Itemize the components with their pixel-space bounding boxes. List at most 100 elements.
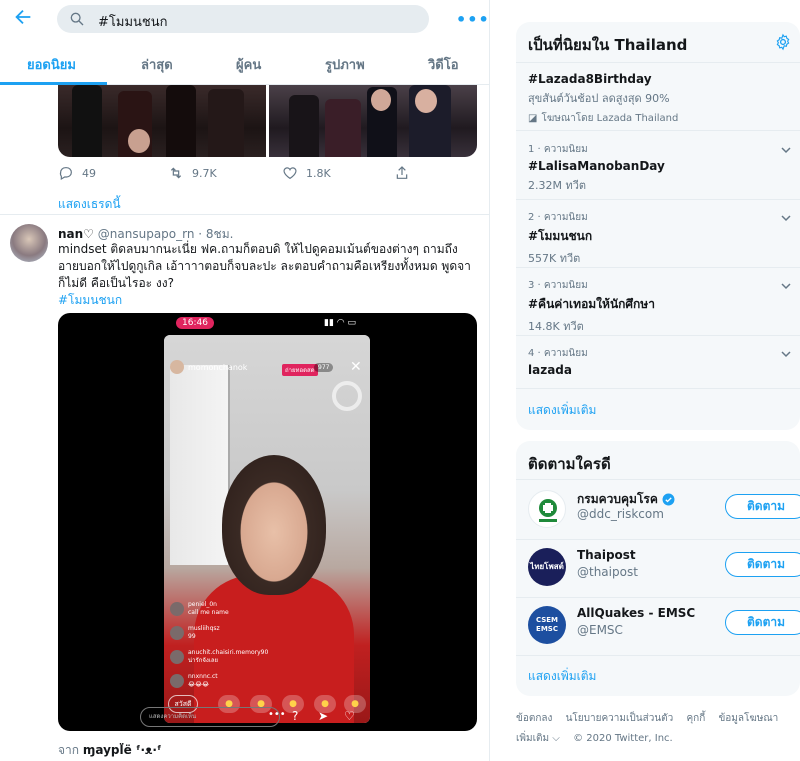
user-name: Thaipost (577, 548, 636, 562)
video-player[interactable]: momonchanok ถ่ายทอดสด 977 ✕ peniel_0n cal… (58, 313, 477, 731)
retweet-button[interactable]: 9.7K (168, 165, 217, 181)
search-input[interactable]: #โมมนชนก (57, 5, 429, 33)
previous-tweet-media[interactable] (58, 85, 477, 157)
sidebar-footer: ข้อตกลง นโยบายความเป็นส่วนตัว คุกกี้ ข้อ… (516, 709, 800, 749)
suggested-user[interactable]: กรมควบคุมโรค @ddc_riskcom ติดตาม (528, 488, 800, 536)
chevron-down-icon[interactable] (780, 280, 792, 292)
comment-avatar (170, 626, 184, 640)
trend-item[interactable]: 3 · ความนิยม #คืนค่าเทอมให้นักศึกษา 14.8… (528, 278, 788, 335)
video-comment-bar: แสดงความคิดเห็น ••• ? ➤ ♡ (140, 707, 364, 729)
trend-item[interactable]: 4 · ความนิยม lazada (528, 346, 788, 377)
source-app[interactable]: ɱaypl̈ë ᶠ·ᴥ·ᶠ (83, 743, 162, 757)
avatar[interactable] (528, 490, 566, 528)
search-tabs: ยอดนิยม ล่าสุด ผู้คน รูปภาพ วิดีโอ (0, 44, 489, 85)
sidebar: เป็นที่นิยมใน Thailand #Lazada8Birthday … (490, 0, 800, 761)
user-handle[interactable]: @nansupapo_rn (98, 227, 195, 241)
comment-text: น่ารักจังเลย (188, 657, 219, 664)
footer-link-ads-info[interactable]: ข้อมูลโฆษณา (718, 713, 778, 724)
trend-meta: 2 · ความนิยม (528, 212, 588, 223)
divider (516, 130, 800, 131)
heart-icon (283, 167, 297, 180)
ddc-logo-icon (539, 499, 557, 522)
retweet-count: 9.7K (192, 166, 217, 180)
who-to-follow-title: ติดตามใครดี (528, 455, 611, 473)
main-column: #โมมนชนก ••• ยอดนิยม ล่าสุด ผู้คน รูปภาพ… (0, 0, 490, 761)
divider (516, 655, 800, 656)
suggested-user[interactable]: CSEM EMSC AllQuakes - EMSC @EMSC ติดตาม (528, 604, 800, 652)
trend-item[interactable]: 1 · ความนิยม #LalisaManobanDay 2.32M ทวี… (528, 142, 788, 194)
tweet-source: จาก ɱaypl̈ë ᶠ·ᴥ·ᶠ (58, 741, 162, 760)
avatar[interactable]: ไทยโพสต์ (528, 548, 566, 586)
show-thread-link[interactable]: แสดงเธรดนี้ (58, 195, 121, 214)
user-handle[interactable]: @thaipost (577, 565, 638, 579)
video-window (170, 365, 230, 565)
hashtag-link[interactable]: #โมมนชนก (58, 293, 122, 307)
tab-photos[interactable]: รูปภาพ (325, 54, 365, 75)
avatar-text: CSEM EMSC (535, 616, 559, 633)
divider (516, 335, 800, 336)
more-options-icon[interactable]: ••• (456, 10, 489, 29)
chevron-down-icon[interactable] (780, 212, 792, 224)
trend-meta: 4 · ความนิยม (528, 348, 588, 359)
tab-people[interactable]: ผู้คน (236, 54, 261, 75)
avatar[interactable] (10, 224, 48, 262)
viewer-count: 977 (314, 363, 334, 372)
trends-card: เป็นที่นิยมใน Thailand #Lazada8Birthday … (516, 22, 800, 430)
trend-meta: 3 · ความนิยม (528, 280, 588, 291)
search-icon (70, 12, 84, 26)
verified-icon (662, 493, 675, 506)
chevron-down-icon[interactable] (780, 144, 792, 156)
user-handle[interactable]: @ddc_riskcom (577, 507, 664, 521)
divider (516, 199, 800, 200)
who-to-follow-card: ติดตามใครดี กรมควบคุมโรค @ddc_riskcom ติ… (516, 441, 800, 696)
live-badge: ถ่ายทอดสด (282, 364, 318, 376)
chevron-down-icon[interactable] (780, 348, 792, 360)
retweet-icon (170, 167, 182, 179)
user-handle[interactable]: @EMSC (577, 623, 623, 637)
follow-button[interactable]: ติดตาม (725, 552, 800, 577)
follow-button[interactable]: ติดตาม (725, 494, 800, 519)
gear-icon[interactable] (774, 33, 792, 51)
reply-icon (59, 167, 72, 181)
share-icon (396, 166, 408, 179)
avatar[interactable]: CSEM EMSC (528, 606, 566, 644)
trend-name: #LalisaManobanDay (528, 159, 665, 173)
trend-item[interactable]: 2 · ความนิยม #โมมนชนก 557K ทวีต (528, 210, 788, 267)
trend-count: 557K ทวีต (528, 252, 581, 265)
comment-text: 😂😂😂 (188, 681, 210, 688)
trends-show-more-link[interactable]: แสดงเพิ่มเติม (528, 401, 596, 420)
comment-text: 99 (188, 633, 196, 640)
trend-name: #คืนค่าเทอมให้นักศึกษา (528, 297, 655, 311)
trend-name: #Lazada8Birthday (528, 72, 652, 86)
like-button[interactable]: 1.8K (282, 165, 331, 181)
back-arrow-icon[interactable] (12, 6, 34, 28)
user-name[interactable]: nan♡ (58, 227, 94, 241)
follow-button[interactable]: ติดตาม (725, 610, 800, 635)
media-image-1[interactable] (58, 85, 266, 157)
media-image-2[interactable] (269, 85, 477, 157)
close-icon: ✕ (350, 359, 362, 375)
footer-link-privacy[interactable]: นโยบายความเป็นส่วนตัว (566, 713, 674, 724)
tab-latest[interactable]: ล่าสุด (141, 54, 173, 75)
suggested-user[interactable]: ไทยโพสต์ Thaipost @thaipost ติดตาม (528, 546, 800, 594)
footer-link-more[interactable]: เพิ่มเติม ⌵ (516, 733, 560, 744)
tweet-time[interactable]: 8ชม. (206, 227, 234, 241)
suggested-user-name[interactable]: AllQuakes - EMSC (577, 606, 695, 620)
phone-status-icons: ▮▮ ◠ ▭ (324, 318, 356, 328)
footer-link-cookies[interactable]: คุกกี้ (686, 713, 705, 724)
share-button[interactable] (394, 165, 410, 181)
promoted-text: โฆษณาโดย Lazada Thailand (541, 113, 679, 124)
who-to-follow-show-more-link[interactable]: แสดงเพิ่มเติม (528, 667, 596, 686)
reply-button[interactable]: 49 (58, 165, 96, 181)
footer-link-terms[interactable]: ข้อตกลง (516, 713, 552, 724)
tab-videos[interactable]: วิดีโอ (428, 54, 459, 75)
suggested-user-name[interactable]: Thaipost (577, 548, 636, 562)
copyright: © 2020 Twitter, Inc. (573, 733, 673, 744)
comment-user: nnxnnc.ct (188, 673, 218, 680)
video-frame: momonchanok ถ่ายทอดสด 977 ✕ peniel_0n cal… (164, 335, 370, 723)
tab-top[interactable]: ยอดนิยม (27, 54, 76, 75)
like-count: 1.8K (306, 166, 331, 180)
comment-avatar (170, 674, 184, 688)
trend-item[interactable]: #Lazada8Birthday สุขสันต์วันช้อป ลดสูงสุ… (528, 70, 788, 126)
comment-avatar (170, 650, 184, 664)
